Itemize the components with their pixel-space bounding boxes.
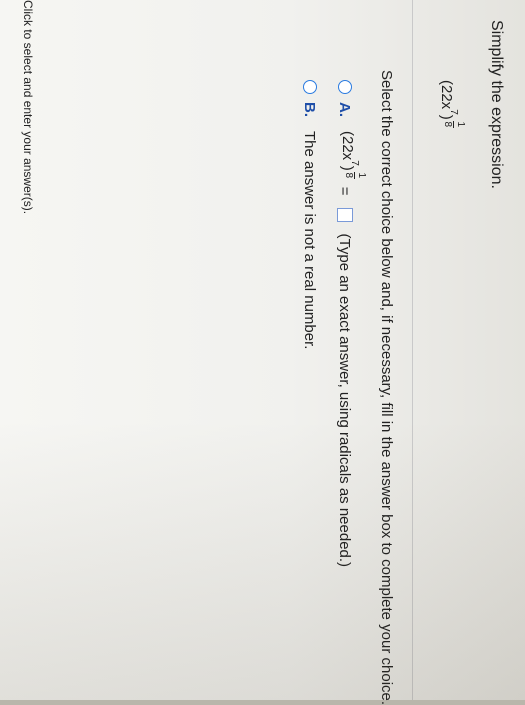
- choice-a-equals: =: [336, 186, 354, 196]
- fraction-bar: [354, 171, 356, 179]
- footer-hint: Click to select and enter your answer(s)…: [21, 0, 35, 215]
- answer-input-box[interactable]: [337, 207, 353, 222]
- choice-b-radio[interactable]: [303, 80, 317, 94]
- expr-outer-exponent: 1 8: [442, 120, 466, 128]
- choice-a-hint: (Type an exact answer, using radicals as…: [336, 233, 354, 568]
- choice-a-expression: (22x 7) 1 8: [334, 131, 368, 179]
- question-expression: (22x 7) 1 8: [432, 80, 466, 128]
- expr-base: (22x: [438, 80, 455, 110]
- choice-a-outer-exponent: 1 8: [343, 171, 368, 179]
- choice-b-text: The answer is not a real number.: [301, 131, 319, 350]
- question-prompt: Simplify the expression.: [488, 20, 505, 189]
- question-panel: Simplify the expression. (22x 7) 1 8 Sele…: [0, 0, 525, 705]
- fraction-bar: [453, 120, 454, 128]
- choice-a-inner-exponent: 7: [349, 160, 361, 166]
- choice-a-exp-numerator: 1: [356, 172, 368, 179]
- choice-b-letter: B.: [301, 102, 319, 117]
- choice-a-base: (22x: [339, 131, 357, 161]
- choice-a-radio[interactable]: [338, 80, 352, 94]
- choice-a-letter: A.: [336, 102, 354, 117]
- expr-close: ): [438, 114, 455, 120]
- expr-exp-denominator: 8: [442, 121, 453, 128]
- choice-b[interactable]: B. The answer is not a real number.: [298, 80, 322, 349]
- divider: [412, 0, 413, 700]
- choice-a-close: ): [339, 165, 357, 171]
- choice-a-exp-denominator: 8: [343, 172, 355, 179]
- instruction-text: Select the correct choice below and, if …: [378, 70, 395, 705]
- expr-inner-exponent: 7: [448, 109, 459, 115]
- choice-a[interactable]: A. (22x 7) 1 8 = (Type an exact answer, u…: [333, 80, 368, 568]
- expr-exp-numerator: 1: [455, 121, 466, 128]
